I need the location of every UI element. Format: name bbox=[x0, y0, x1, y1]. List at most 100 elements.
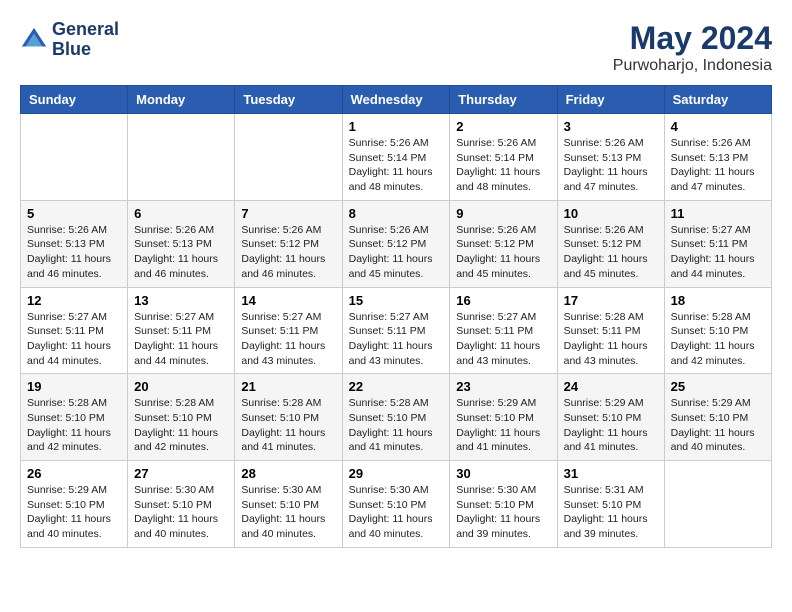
calendar-cell: 20 Sunrise: 5:28 AM Sunset: 5:10 PM Dayli… bbox=[128, 374, 235, 461]
calendar-cell: 31Sunrise: 5:31 AM Sunset: 5:10 PM Dayli… bbox=[557, 461, 664, 548]
calendar-cell bbox=[664, 461, 771, 548]
day-info: Sunrise: 5:27 AM Sunset: 5:11 PM Dayligh… bbox=[241, 310, 335, 369]
day-info: Sunrise: 5:26 AM Sunset: 5:14 PM Dayligh… bbox=[349, 136, 444, 195]
weekday-header: Sunday bbox=[21, 86, 128, 114]
day-number: 8 bbox=[349, 206, 444, 221]
day-info: Sunrise: 5:28 AM Sunset: 5:10 PM Dayligh… bbox=[134, 396, 228, 455]
calendar-cell: 15 Sunrise: 5:27 AM Sunset: 5:11 PM Dayli… bbox=[342, 287, 450, 374]
day-info: Sunrise: 5:26 AM Sunset: 5:12 PM Dayligh… bbox=[349, 223, 444, 282]
calendar-cell: 24Sunrise: 5:29 AM Sunset: 5:10 PM Dayli… bbox=[557, 374, 664, 461]
calendar-cell: 14 Sunrise: 5:27 AM Sunset: 5:11 PM Dayli… bbox=[235, 287, 342, 374]
calendar-cell: 6 Sunrise: 5:26 AM Sunset: 5:13 PM Daylig… bbox=[128, 200, 235, 287]
calendar-cell: 25Sunrise: 5:29 AM Sunset: 5:10 PM Dayli… bbox=[664, 374, 771, 461]
logo-icon bbox=[20, 26, 48, 54]
calendar-cell: 9Sunrise: 5:26 AM Sunset: 5:12 PM Daylig… bbox=[450, 200, 557, 287]
day-info: Sunrise: 5:26 AM Sunset: 5:13 PM Dayligh… bbox=[564, 136, 658, 195]
day-number: 3 bbox=[564, 119, 658, 134]
calendar-cell: 30Sunrise: 5:30 AM Sunset: 5:10 PM Dayli… bbox=[450, 461, 557, 548]
day-number: 21 bbox=[241, 379, 335, 394]
day-number: 7 bbox=[241, 206, 335, 221]
day-number: 17 bbox=[564, 293, 658, 308]
day-info: Sunrise: 5:26 AM Sunset: 5:12 PM Dayligh… bbox=[456, 223, 550, 282]
calendar-cell: 4 Sunrise: 5:26 AM Sunset: 5:13 PM Daylig… bbox=[664, 114, 771, 201]
day-number: 4 bbox=[671, 119, 765, 134]
day-number: 13 bbox=[134, 293, 228, 308]
day-number: 2 bbox=[456, 119, 550, 134]
calendar-cell: 5Sunrise: 5:26 AM Sunset: 5:13 PM Daylig… bbox=[21, 200, 128, 287]
calendar-cell: 22 Sunrise: 5:28 AM Sunset: 5:10 PM Dayli… bbox=[342, 374, 450, 461]
calendar-cell bbox=[128, 114, 235, 201]
day-info: Sunrise: 5:29 AM Sunset: 5:10 PM Dayligh… bbox=[564, 396, 658, 455]
day-number: 12 bbox=[27, 293, 121, 308]
calendar-cell: 16 Sunrise: 5:27 AM Sunset: 5:11 PM Dayli… bbox=[450, 287, 557, 374]
day-info: Sunrise: 5:28 AM Sunset: 5:11 PM Dayligh… bbox=[564, 310, 658, 369]
day-number: 19 bbox=[27, 379, 121, 394]
day-number: 31 bbox=[564, 466, 658, 481]
calendar-cell: 27Sunrise: 5:30 AM Sunset: 5:10 PM Dayli… bbox=[128, 461, 235, 548]
day-number: 29 bbox=[349, 466, 444, 481]
calendar-cell bbox=[21, 114, 128, 201]
day-number: 26 bbox=[27, 466, 121, 481]
weekday-header: Tuesday bbox=[235, 86, 342, 114]
day-info: Sunrise: 5:27 AM Sunset: 5:11 PM Dayligh… bbox=[671, 223, 765, 282]
day-info: Sunrise: 5:28 AM Sunset: 5:10 PM Dayligh… bbox=[671, 310, 765, 369]
calendar-cell: 28 Sunrise: 5:30 AM Sunset: 5:10 PM Dayli… bbox=[235, 461, 342, 548]
calendar-cell: 8 Sunrise: 5:26 AM Sunset: 5:12 PM Daylig… bbox=[342, 200, 450, 287]
day-info: Sunrise: 5:29 AM Sunset: 5:10 PM Dayligh… bbox=[456, 396, 550, 455]
day-info: Sunrise: 5:28 AM Sunset: 5:10 PM Dayligh… bbox=[349, 396, 444, 455]
day-info: Sunrise: 5:26 AM Sunset: 5:13 PM Dayligh… bbox=[671, 136, 765, 195]
title-block: May 2024 Purwoharjo, Indonesia bbox=[613, 20, 772, 75]
day-info: Sunrise: 5:29 AM Sunset: 5:10 PM Dayligh… bbox=[27, 483, 121, 542]
calendar-week-row: 5Sunrise: 5:26 AM Sunset: 5:13 PM Daylig… bbox=[21, 200, 772, 287]
day-info: Sunrise: 5:28 AM Sunset: 5:10 PM Dayligh… bbox=[241, 396, 335, 455]
day-info: Sunrise: 5:30 AM Sunset: 5:10 PM Dayligh… bbox=[456, 483, 550, 542]
day-info: Sunrise: 5:28 AM Sunset: 5:10 PM Dayligh… bbox=[27, 396, 121, 455]
calendar-cell: 17 Sunrise: 5:28 AM Sunset: 5:11 PM Dayli… bbox=[557, 287, 664, 374]
page-header: General Blue May 2024 Purwoharjo, Indone… bbox=[20, 20, 772, 75]
day-number: 18 bbox=[671, 293, 765, 308]
calendar-cell: 7 Sunrise: 5:26 AM Sunset: 5:12 PM Daylig… bbox=[235, 200, 342, 287]
day-info: Sunrise: 5:26 AM Sunset: 5:12 PM Dayligh… bbox=[241, 223, 335, 282]
day-info: Sunrise: 5:27 AM Sunset: 5:11 PM Dayligh… bbox=[349, 310, 444, 369]
calendar-week-row: 1 Sunrise: 5:26 AM Sunset: 5:14 PM Daylig… bbox=[21, 114, 772, 201]
day-info: Sunrise: 5:26 AM Sunset: 5:13 PM Dayligh… bbox=[27, 223, 121, 282]
day-number: 1 bbox=[349, 119, 444, 134]
logo: General Blue bbox=[20, 20, 119, 60]
day-number: 23 bbox=[456, 379, 550, 394]
calendar-cell: 26 Sunrise: 5:29 AM Sunset: 5:10 PM Dayli… bbox=[21, 461, 128, 548]
calendar-cell: 13 Sunrise: 5:27 AM Sunset: 5:11 PM Dayli… bbox=[128, 287, 235, 374]
calendar-cell: 19 Sunrise: 5:28 AM Sunset: 5:10 PM Dayli… bbox=[21, 374, 128, 461]
location-title: Purwoharjo, Indonesia bbox=[613, 57, 772, 75]
day-info: Sunrise: 5:26 AM Sunset: 5:13 PM Dayligh… bbox=[134, 223, 228, 282]
day-info: Sunrise: 5:27 AM Sunset: 5:11 PM Dayligh… bbox=[456, 310, 550, 369]
day-number: 11 bbox=[671, 206, 765, 221]
day-number: 14 bbox=[241, 293, 335, 308]
day-number: 10 bbox=[564, 206, 658, 221]
weekday-header: Monday bbox=[128, 86, 235, 114]
calendar-cell: 3 Sunrise: 5:26 AM Sunset: 5:13 PM Daylig… bbox=[557, 114, 664, 201]
day-number: 16 bbox=[456, 293, 550, 308]
day-number: 20 bbox=[134, 379, 228, 394]
calendar-cell: 11 Sunrise: 5:27 AM Sunset: 5:11 PM Dayli… bbox=[664, 200, 771, 287]
day-number: 6 bbox=[134, 206, 228, 221]
calendar-cell: 2 Sunrise: 5:26 AM Sunset: 5:14 PM Daylig… bbox=[450, 114, 557, 201]
day-info: Sunrise: 5:30 AM Sunset: 5:10 PM Dayligh… bbox=[134, 483, 228, 542]
calendar-cell bbox=[235, 114, 342, 201]
day-info: Sunrise: 5:27 AM Sunset: 5:11 PM Dayligh… bbox=[134, 310, 228, 369]
day-info: Sunrise: 5:26 AM Sunset: 5:14 PM Dayligh… bbox=[456, 136, 550, 195]
calendar-cell: 1 Sunrise: 5:26 AM Sunset: 5:14 PM Daylig… bbox=[342, 114, 450, 201]
day-number: 15 bbox=[349, 293, 444, 308]
day-number: 22 bbox=[349, 379, 444, 394]
calendar-cell: 29 Sunrise: 5:30 AM Sunset: 5:10 PM Dayli… bbox=[342, 461, 450, 548]
day-info: Sunrise: 5:30 AM Sunset: 5:10 PM Dayligh… bbox=[349, 483, 444, 542]
calendar-week-row: 19 Sunrise: 5:28 AM Sunset: 5:10 PM Dayli… bbox=[21, 374, 772, 461]
calendar-cell: 21 Sunrise: 5:28 AM Sunset: 5:10 PM Dayli… bbox=[235, 374, 342, 461]
day-number: 28 bbox=[241, 466, 335, 481]
calendar-cell: 18 Sunrise: 5:28 AM Sunset: 5:10 PM Dayli… bbox=[664, 287, 771, 374]
day-info: Sunrise: 5:26 AM Sunset: 5:12 PM Dayligh… bbox=[564, 223, 658, 282]
day-info: Sunrise: 5:30 AM Sunset: 5:10 PM Dayligh… bbox=[241, 483, 335, 542]
month-title: May 2024 bbox=[613, 20, 772, 57]
logo-text: General Blue bbox=[52, 20, 119, 60]
weekday-header: Friday bbox=[557, 86, 664, 114]
weekday-header: Saturday bbox=[664, 86, 771, 114]
